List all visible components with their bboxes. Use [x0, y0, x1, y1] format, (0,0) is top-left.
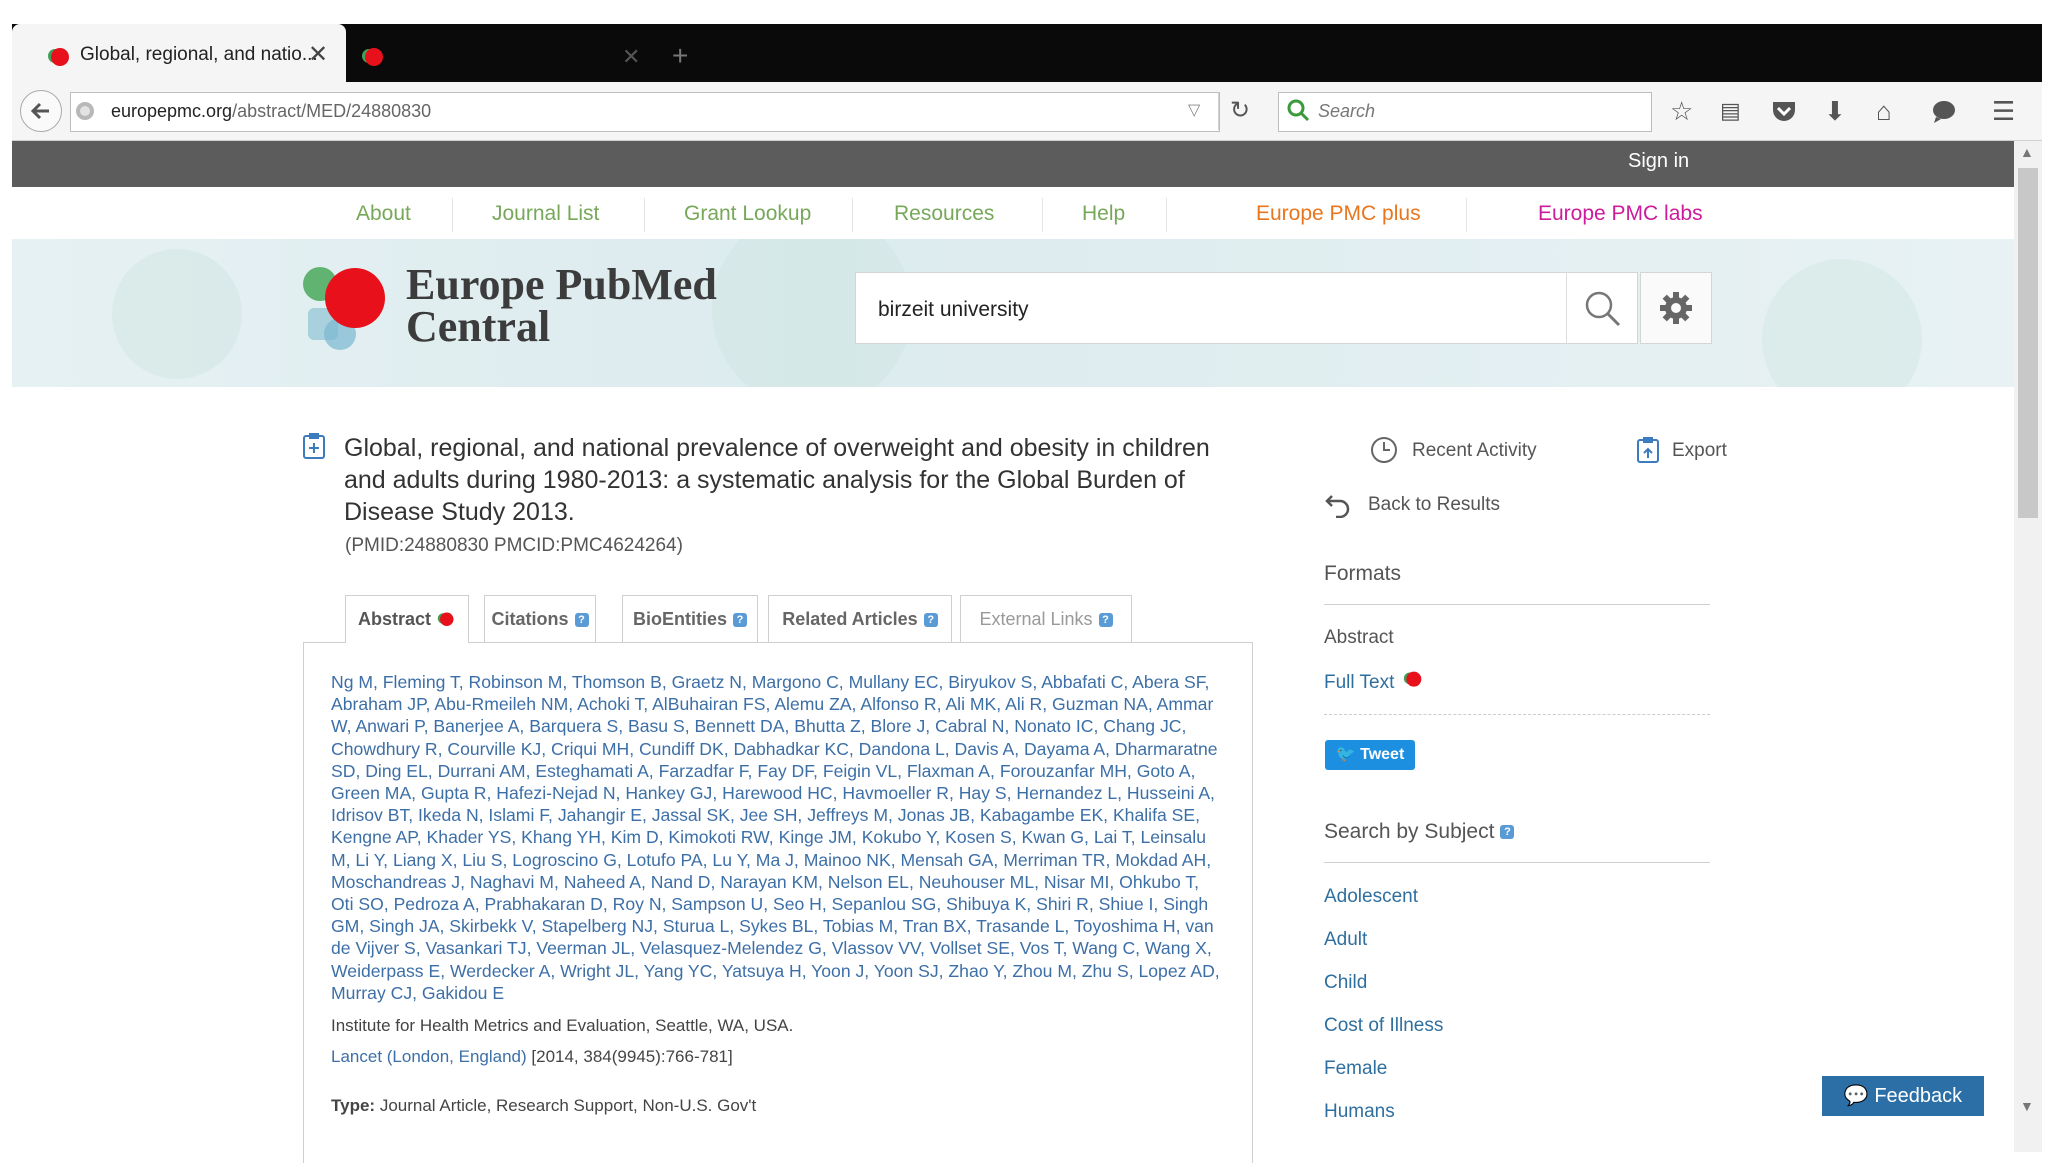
tab-abstract[interactable]: Abstract: [345, 595, 469, 645]
europe-pmc-favicon-icon: [48, 48, 69, 66]
subject-female[interactable]: Female: [1324, 1058, 1387, 1080]
help-badge-icon: ?: [1500, 825, 1515, 840]
site-logo-text[interactable]: Europe PubMed Central: [406, 263, 717, 349]
formats-dashed-divider: [1324, 714, 1710, 715]
new-tab-icon[interactable]: +: [672, 40, 688, 72]
affiliation: Institute for Health Metrics and Evaluat…: [331, 1016, 794, 1035]
home-icon[interactable]: ⌂: [1876, 96, 1892, 126]
europe-pmc-favicon-icon: [1403, 671, 1422, 687]
twitter-bird-icon: 🐦: [1335, 746, 1356, 763]
menu-about[interactable]: About: [356, 202, 411, 226]
formats-heading: Formats: [1324, 562, 1402, 585]
article-ids: (PMID:24880830 PMCID:PMC4624264): [345, 535, 683, 556]
tab-external-links[interactable]: External Links?: [960, 595, 1132, 643]
menu-resources[interactable]: Resources: [894, 202, 994, 226]
page-scrollbar-thumb[interactable]: [2018, 168, 2038, 518]
advanced-search-button[interactable]: [1640, 272, 1712, 344]
banner-bubble: [112, 249, 242, 379]
reload-icon[interactable]: ↻: [1230, 96, 1250, 125]
menu-separator: [644, 198, 645, 232]
tweet-button[interactable]: 🐦 Tweet: [1325, 740, 1415, 770]
tab-related-articles[interactable]: Related Articles?: [768, 595, 952, 643]
subject-divider: [1324, 862, 1710, 863]
subject-cost-of-illness[interactable]: Cost of Illness: [1324, 1015, 1443, 1037]
site-search-input[interactable]: [876, 297, 1560, 323]
format-abstract: Abstract: [1324, 627, 1394, 648]
article-title: Global, regional, and national prevalenc…: [344, 434, 1210, 526]
formats-divider: [1324, 604, 1710, 605]
back-arrow-icon: [30, 102, 49, 120]
europe-pmc-favicon-icon[interactable]: [360, 46, 386, 70]
url-text: europepmc.org/abstract/MED/24880830: [111, 101, 432, 121]
clipboard-plus-icon[interactable]: [302, 432, 326, 460]
export-clipboard-icon: [1637, 437, 1659, 463]
feedback-button[interactable]: 💬 Feedback: [1822, 1076, 1984, 1116]
gear-icon: [1660, 292, 1692, 324]
banner-bubble: [1762, 259, 1922, 387]
bookmark-star-icon[interactable]: ☆: [1670, 96, 1693, 126]
reading-list-icon[interactable]: ▤: [1720, 96, 1741, 126]
url-divider: [1218, 92, 1219, 130]
format-full-text-link[interactable]: Full Text: [1324, 672, 1394, 694]
menu-europe-pmc-plus[interactable]: Europe PMC plus: [1256, 202, 1421, 226]
subject-adolescent[interactable]: Adolescent: [1324, 886, 1418, 908]
tab-citations[interactable]: Citations?: [484, 595, 596, 643]
search-icon: [1585, 291, 1621, 327]
pocket-icon[interactable]: [1770, 98, 1798, 124]
site-menu-bar: [12, 187, 2014, 239]
europe-pmc-favicon-icon: [437, 612, 454, 627]
download-icon[interactable]: ⬇: [1824, 96, 1846, 126]
tab-close-icon[interactable]: ✕: [308, 40, 328, 69]
menu-separator: [1166, 198, 1167, 232]
menu-hamburger-icon[interactable]: ☰: [1992, 96, 2015, 126]
subject-humans[interactable]: Humans: [1324, 1101, 1395, 1123]
back-to-results-link[interactable]: Back to Results: [1368, 494, 1500, 516]
europe-pmc-logo-icon: [303, 267, 385, 350]
tab-close-icon[interactable]: ✕: [622, 44, 640, 70]
recent-activity-link[interactable]: Recent Activity: [1412, 440, 1537, 462]
help-badge-icon: ?: [923, 613, 938, 628]
site-search-button[interactable]: [1566, 272, 1638, 344]
speech-bubble-icon: 💬: [1843, 1085, 1869, 1107]
journal-link[interactable]: Lancet (London, England): [331, 1047, 527, 1066]
search-by-subject-heading: Search by Subject?: [1324, 820, 1515, 844]
menu-journal-list[interactable]: Journal List: [492, 202, 599, 226]
scroll-up-icon[interactable]: ▲: [2020, 144, 2034, 160]
back-button[interactable]: [20, 90, 62, 132]
window-top-edge: [0, 0, 2048, 24]
scroll-down-icon[interactable]: ▼: [2020, 1098, 2034, 1114]
active-tab-cover: [346, 642, 468, 644]
help-badge-icon: ?: [733, 613, 747, 628]
menu-grant-lookup[interactable]: Grant Lookup: [684, 202, 811, 226]
tab-bioentities[interactable]: BioEntities?: [622, 595, 758, 643]
menu-separator: [1466, 198, 1467, 232]
export-link[interactable]: Export: [1672, 440, 1727, 462]
article-type: Type: Journal Article, Research Support,…: [331, 1096, 757, 1115]
chat-icon[interactable]: [1930, 98, 1958, 124]
journal-citation: Lancet (London, England) [2014, 384(9945…: [331, 1047, 733, 1066]
globe-icon: [76, 102, 94, 120]
clock-icon: [1371, 437, 1397, 463]
sign-in-link[interactable]: Sign in: [1628, 150, 1689, 173]
browser-tab-title: Global, regional, and natio...: [80, 44, 318, 65]
menu-separator: [852, 198, 853, 232]
help-badge-icon: ?: [1098, 613, 1113, 628]
account-bar: [12, 141, 2014, 187]
menu-europe-pmc-labs[interactable]: Europe PMC labs: [1538, 202, 1703, 226]
undo-arrow-icon: [1325, 495, 1350, 518]
search-engine-icon: [1287, 99, 1310, 122]
author-list[interactable]: Ng M, Fleming T, Robinson M, Thomson B, …: [331, 671, 1223, 1004]
browser-search-placeholder: Search: [1318, 101, 1376, 121]
subject-child[interactable]: Child: [1324, 972, 1367, 994]
menu-help[interactable]: Help: [1082, 202, 1125, 226]
menu-separator: [452, 198, 453, 232]
subject-adult[interactable]: Adult: [1324, 929, 1367, 951]
url-dropdown-icon[interactable]: ▽: [1188, 100, 1200, 120]
menu-separator: [1042, 198, 1043, 232]
help-badge-icon: ?: [574, 613, 589, 628]
